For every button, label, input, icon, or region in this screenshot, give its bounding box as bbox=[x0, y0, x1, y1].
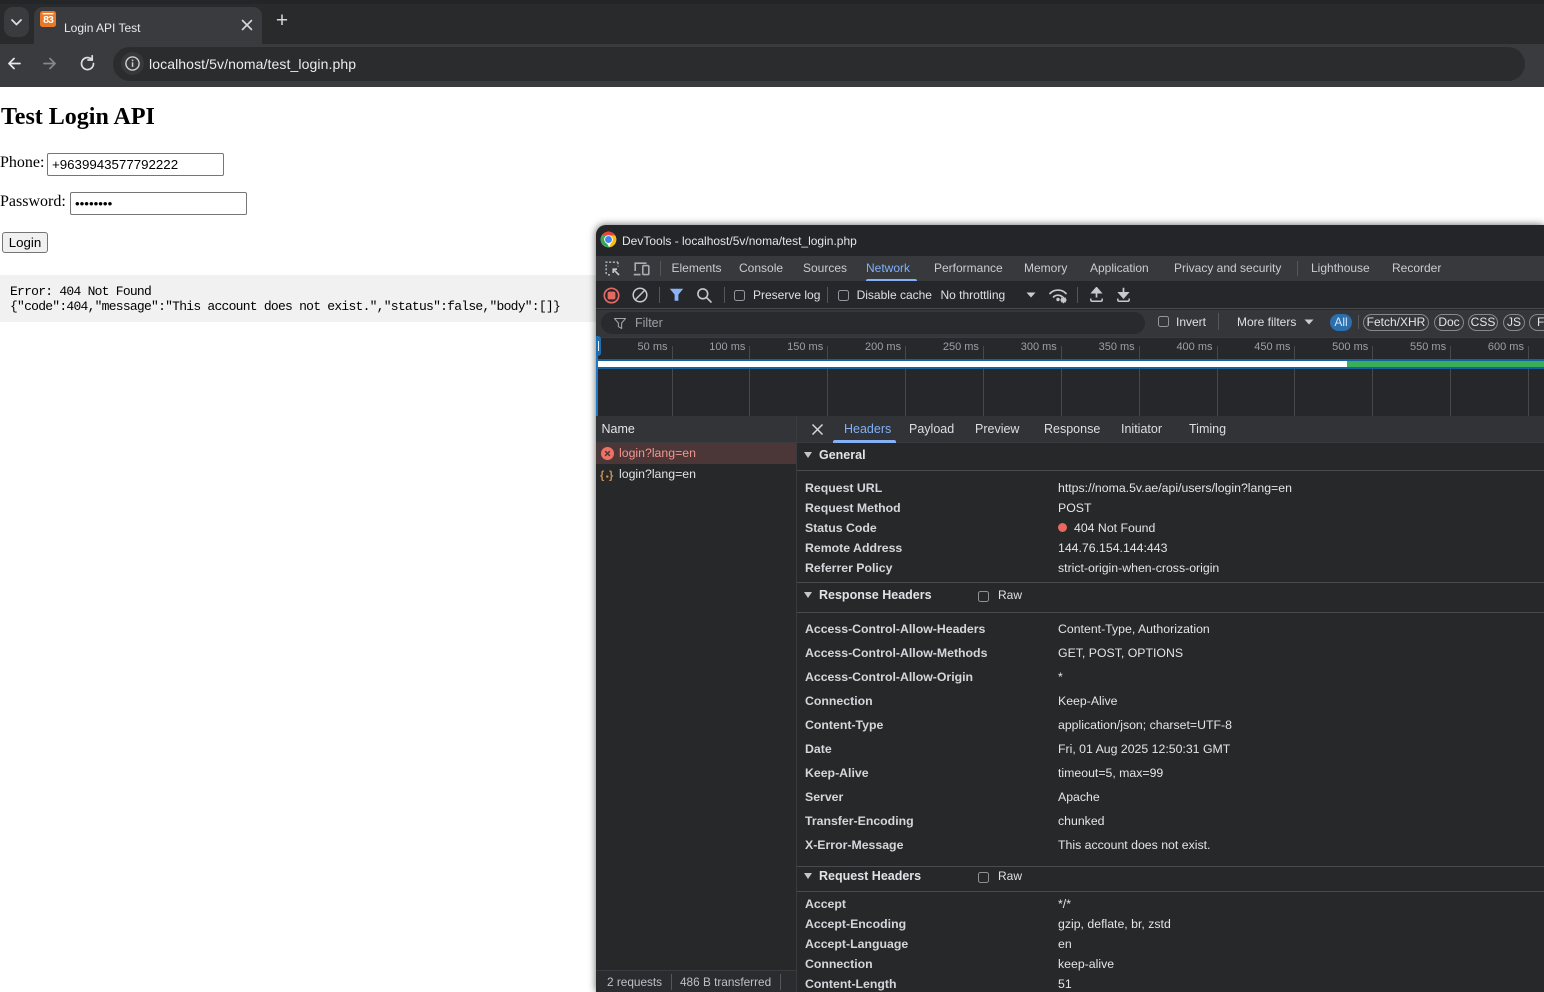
svg-text:}: } bbox=[609, 470, 614, 482]
svg-text:{: { bbox=[600, 470, 605, 482]
svg-text:83: 83 bbox=[43, 14, 54, 26]
